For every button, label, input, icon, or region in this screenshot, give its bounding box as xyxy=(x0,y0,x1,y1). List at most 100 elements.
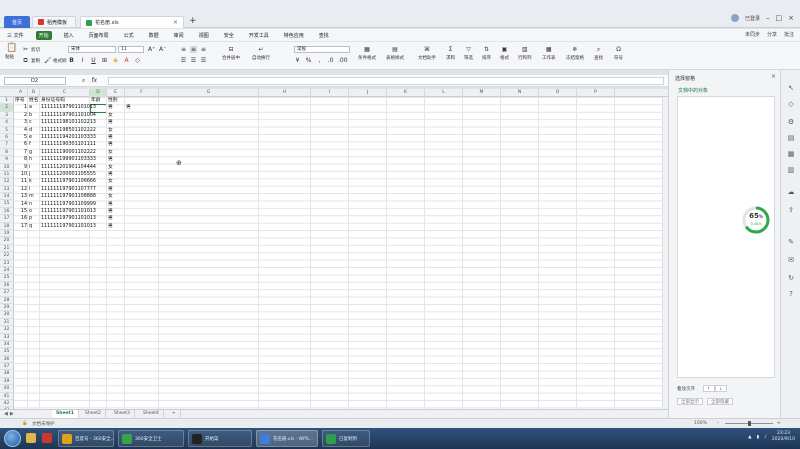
row-header[interactable]: 32 xyxy=(0,326,13,334)
row-header[interactable]: 39 xyxy=(0,378,13,386)
percent-icon[interactable]: % xyxy=(305,57,312,64)
help-icon[interactable]: ? xyxy=(787,290,795,298)
column-header-N[interactable]: N xyxy=(501,89,539,97)
column-header-A[interactable]: A xyxy=(14,89,28,97)
taskbar-item-0[interactable]: 百度号 - 360安全... xyxy=(58,430,114,447)
row-col-button[interactable]: ▥ 行和列 xyxy=(518,46,532,61)
column-header-H[interactable]: H xyxy=(259,89,311,97)
increase-decimal-icon[interactable]: .0 xyxy=(327,57,334,64)
sheet-tab-3[interactable]: Sheet3 xyxy=(110,410,135,418)
freeze-panes-button[interactable]: ❄ 冻结窗格 xyxy=(566,46,584,61)
move-down-button[interactable]: ↓ xyxy=(715,385,727,392)
row-header[interactable]: 27 xyxy=(0,289,13,297)
menu-item-2[interactable]: 插入 xyxy=(61,31,77,40)
sort-button[interactable]: ⇅ 排序 xyxy=(482,46,491,61)
row-header[interactable]: 30 xyxy=(0,311,13,319)
row-header[interactable]: 9 xyxy=(0,156,13,164)
font-shrink-icon[interactable]: A⁻ xyxy=(159,46,166,53)
row-header[interactable]: 36 xyxy=(0,356,13,364)
table-cell[interactable]: 男 xyxy=(108,141,140,148)
font-name-select[interactable]: 宋体 xyxy=(68,46,116,53)
align-top-icon[interactable]: ≡ xyxy=(180,46,187,53)
menu-item-6[interactable]: 审阅 xyxy=(171,31,187,40)
worksheet-grid[interactable]: ABCDEFGHIJKLMNOP 1 2 3 4 5 6 7 8 9 10 11 12 13 14 15 16… xyxy=(0,89,668,409)
sheet-tab-2[interactable]: Sheet2 xyxy=(81,410,106,418)
menu-item-5[interactable]: 数据 xyxy=(146,31,162,40)
sheet-tab-4[interactable]: Sheet4 xyxy=(139,410,164,418)
close-pane-icon[interactable]: × xyxy=(771,73,776,80)
row-header[interactable]: 42 xyxy=(0,400,13,408)
align-right-icon[interactable]: ☰ xyxy=(200,57,207,64)
table-cell[interactable]: 12 xyxy=(15,186,27,193)
start-button[interactable] xyxy=(4,430,21,447)
table-cell[interactable]: 男 xyxy=(108,201,140,208)
row-header[interactable]: 8 xyxy=(0,149,13,157)
row-header[interactable]: 5 xyxy=(0,127,13,134)
column-header-C[interactable]: C xyxy=(40,89,90,97)
row-header[interactable]: 34 xyxy=(0,341,13,349)
backup-icon[interactable]: ☁ xyxy=(787,188,795,196)
row-header[interactable]: 23 xyxy=(0,260,13,267)
row-header[interactable]: 21 xyxy=(0,245,13,253)
zoom-out-icon[interactable]: – xyxy=(717,421,719,426)
row-header[interactable]: 1 xyxy=(0,97,13,105)
table-cell[interactable]: 10 xyxy=(15,171,27,178)
sheet-tab-1[interactable]: Sheet1 xyxy=(52,410,79,418)
close-tab-icon[interactable]: × xyxy=(173,19,178,26)
copy-button[interactable]: ⧉ 复制 xyxy=(22,57,40,64)
row-header[interactable]: 38 xyxy=(0,370,13,378)
align-middle-icon[interactable]: ≡ xyxy=(190,46,197,53)
table-cell[interactable]: 女 xyxy=(108,193,140,200)
row-header[interactable]: 35 xyxy=(0,348,13,356)
menu-item-11[interactable]: 查找 xyxy=(316,31,332,40)
zoom-slider[interactable] xyxy=(725,421,773,426)
row-header[interactable]: 18 xyxy=(0,223,13,231)
name-box[interactable]: D2 xyxy=(4,77,66,85)
menu-item-10[interactable]: 特色应用 xyxy=(281,31,307,40)
table-cell[interactable]: 9 xyxy=(15,164,27,171)
network-speed-gauge[interactable]: 65% 0.4K/s xyxy=(742,206,770,234)
tab-home[interactable]: 首页 xyxy=(4,16,30,28)
format-painter-button[interactable]: 🖌 格式刷 xyxy=(44,57,67,64)
row-header[interactable]: 4 xyxy=(0,119,13,127)
table-cell[interactable]: 男 xyxy=(108,156,140,163)
table-cell[interactable]: 14 xyxy=(15,201,27,208)
taskbar-item-1[interactable]: 360安全卫士 xyxy=(118,430,184,447)
column-header-G[interactable]: G xyxy=(159,89,259,97)
share-icon[interactable]: ⇪ xyxy=(787,206,795,214)
font-color-icon[interactable]: A xyxy=(123,57,130,64)
maximize-icon[interactable]: □ xyxy=(776,14,783,22)
row-header[interactable]: 6 xyxy=(0,134,13,142)
table-cell[interactable]: 6 xyxy=(15,141,27,148)
hide-all-button[interactable]: 全部隐藏 xyxy=(707,398,733,405)
doc-protect-status[interactable]: 文档未保护 xyxy=(32,421,55,427)
table-cell[interactable]: 16 xyxy=(15,215,27,222)
table-cell[interactable]: 15 xyxy=(15,208,27,215)
layer-icon[interactable]: ▤ xyxy=(787,134,795,142)
pointer-icon[interactable]: ↖ xyxy=(787,84,795,92)
menu-item-1[interactable]: 开始 xyxy=(35,30,52,40)
align-left-icon[interactable]: ☰ xyxy=(180,57,187,64)
column-header-K[interactable]: K xyxy=(387,89,425,97)
avatar[interactable] xyxy=(730,14,739,22)
sheet-nav-arrows[interactable]: ◀▶ xyxy=(4,411,16,417)
zoom-level[interactable]: 100% xyxy=(694,421,707,426)
thousands-icon[interactable]: , xyxy=(316,57,323,64)
currency-icon[interactable]: ¥ xyxy=(294,57,301,64)
filter-button[interactable]: ▽ 筛选 xyxy=(464,46,473,61)
row-header[interactable]: 22 xyxy=(0,252,13,260)
table-cell[interactable]: 女 xyxy=(108,127,140,134)
table-cell[interactable]: 5 xyxy=(15,134,27,141)
column-header-E[interactable]: E xyxy=(107,89,125,97)
chart-icon[interactable]: ▥ xyxy=(787,166,795,174)
volume-icon[interactable]: ♪ xyxy=(764,435,767,440)
column-header-F[interactable]: F xyxy=(125,89,159,97)
border-icon[interactable]: ⊞ xyxy=(101,57,108,64)
table-cell[interactable]: 男 xyxy=(108,186,140,193)
find-button[interactable]: ⌕ 查找 xyxy=(594,46,603,61)
row-header[interactable]: 29 xyxy=(0,304,13,312)
font-grow-icon[interactable]: A⁺ xyxy=(148,46,155,53)
italic-icon[interactable]: I xyxy=(79,57,86,64)
row-header[interactable]: 40 xyxy=(0,385,13,393)
row-header[interactable]: 26 xyxy=(0,282,13,290)
